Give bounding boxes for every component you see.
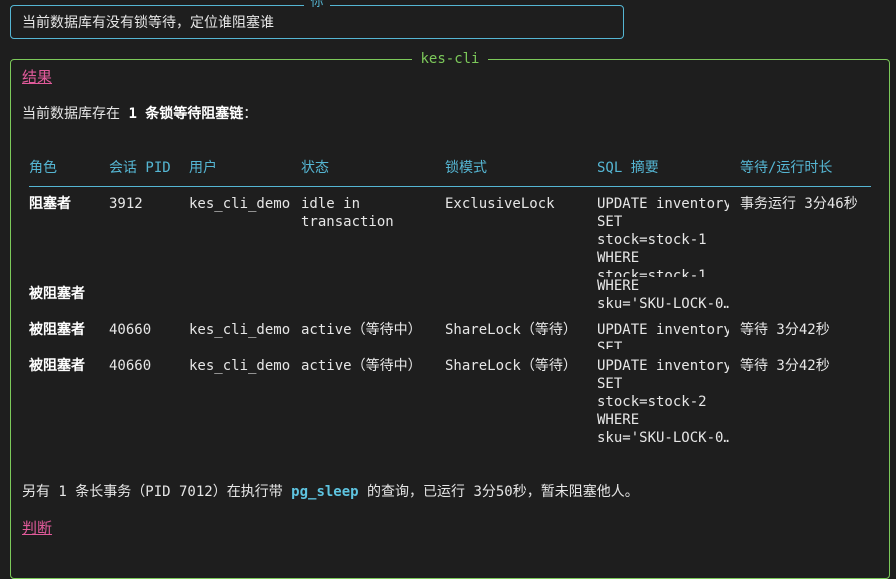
header-wait: 等待/运行时长 (740, 160, 833, 176)
user-message-panel: 你 当前数据库有没有锁等待，定位谁阻塞谁 (10, 0, 624, 39)
cell-role: 被阻塞者 (29, 358, 85, 374)
cell-role: 被阻塞者 (29, 322, 85, 338)
cell-user: kes_cli_demo (189, 322, 291, 338)
cell-pid: 3912 (109, 196, 143, 212)
table-header: 角色 会话 PID 用户 状态 锁模式 SQL 摘要 等待/运行时长 (29, 156, 871, 187)
long-transaction-note: 另有 1 条长事务（PID 7012）在执行带 pg_sleep 的查询，已运行… (22, 483, 639, 501)
header-pid: 会话 PID (109, 160, 171, 176)
cell-state: active（等待中） (301, 358, 422, 374)
intro-suffix: ： (243, 106, 258, 122)
cli-panel-legend: kes-cli (412, 51, 488, 67)
note-code: pg_sleep (291, 484, 359, 500)
cell-role: 阻塞者 (29, 196, 71, 212)
user-panel-legend: 你 (304, 0, 330, 10)
judge-heading: 判断 (22, 519, 53, 537)
header-sql: SQL 摘要 (597, 160, 659, 176)
cell-sql: UPDATE inventory SET stock=stock-1 WHERE… (597, 196, 729, 277)
cell-user: kes_cli_demo (189, 196, 291, 212)
intro-text: 当前数据库存在 1 条锁等待阻塞链： (22, 105, 257, 123)
intro-bold: 1 条锁等待阻塞链 (128, 106, 244, 122)
header-state: 状态 (301, 160, 329, 176)
cell-sql: WHERE sku='SKU-LOCK-0… (597, 278, 729, 312)
user-message-text: 当前数据库有没有锁等待，定位谁阻塞谁 (22, 15, 274, 31)
cell-state: active（等待中） (301, 322, 422, 338)
intro-prefix: 当前数据库存在 (22, 106, 129, 122)
cell-role: 被阻塞者 (29, 286, 85, 302)
cell-wait: 事务运行 3分46秒 (740, 196, 858, 212)
header-role: 角色 (29, 160, 57, 176)
note-suffix: 的查询，已运行 3分50秒，暂未阻塞他人。 (358, 484, 639, 500)
header-user: 用户 (189, 160, 217, 176)
note-prefix: 另有 1 条长事务（PID 7012）在执行带 (22, 484, 292, 500)
cell-pid: 40660 (109, 322, 152, 338)
cell-wait: 等待 3分42秒 (740, 322, 830, 338)
result-heading: 结果 (22, 68, 53, 86)
cell-state: idle in transaction (301, 196, 394, 230)
cell-pid: 40660 (109, 358, 152, 374)
cell-user: kes_cli_demo (189, 358, 291, 374)
cell-sql: UPDATE inventory SET stock=stock-2 WHERE… (597, 358, 729, 446)
cell-lock-mode: ExclusiveLock (445, 196, 555, 212)
cell-lock-mode: ShareLock（等待） (445, 358, 577, 374)
cli-response-panel: kes-cli 结果 当前数据库存在 1 条锁等待阻塞链： 角色 会话 PID … (10, 51, 890, 579)
cell-sql: UPDATE inventory SET (597, 322, 729, 349)
header-lock-mode: 锁模式 (445, 160, 487, 176)
cell-wait: 等待 3分42秒 (740, 358, 830, 374)
lock-wait-table: 角色 会话 PID 用户 状态 锁模式 SQL 摘要 等待/运行时长 阻塞者 3… (29, 156, 871, 446)
cell-lock-mode: ShareLock（等待） (445, 322, 577, 338)
